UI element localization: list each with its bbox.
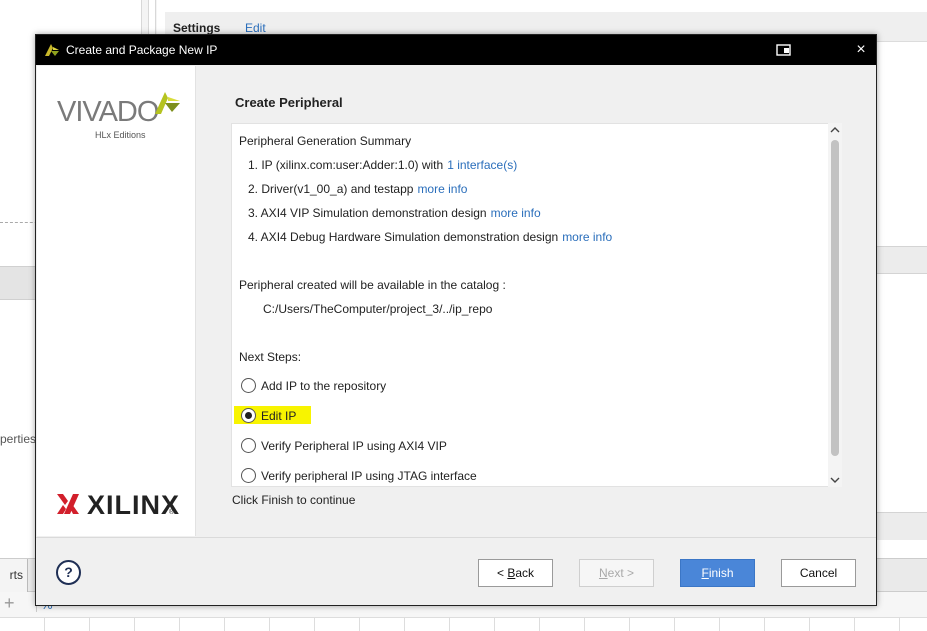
restore-icon[interactable]: [774, 41, 794, 59]
next-steps-label: Next Steps:: [239, 350, 302, 364]
vivado-app-icon: [45, 44, 59, 56]
branding-sidebar: VIVADO HLx Editions XILINX ®: [37, 66, 196, 536]
xilinx-logo: XILINX ®: [56, 489, 186, 520]
vivado-wordmark: VIVADO: [57, 96, 159, 128]
option-label: Verify Peripheral IP using AXI4 VIP: [261, 439, 447, 453]
bottom-grid: [0, 618, 927, 631]
cancel-button[interactable]: Cancel: [781, 559, 856, 587]
summary-item-text: 2. Driver(v1_00_a) and testapp: [248, 182, 414, 196]
xilinx-registered-mark: ®: [169, 509, 175, 516]
xilinx-mark-icon: [57, 494, 79, 514]
option-label: Verify peripheral IP using JTAG interfac…: [261, 469, 477, 483]
create-package-ip-dialog: Create and Package New IP × VIVADO HLx E…: [35, 34, 877, 606]
radio-button[interactable]: [241, 438, 256, 453]
summary-panel: Peripheral Generation Summary 1. IP (xil…: [231, 123, 842, 487]
scroll-up-icon[interactable]: [828, 123, 842, 137]
xilinx-wordmark: XILINX: [87, 490, 181, 520]
properties-fragment: perties: [0, 432, 37, 446]
bottom-tab-reports[interactable]: rts: [0, 559, 28, 593]
page-title: Create Peripheral: [235, 95, 343, 110]
interfaces-link[interactable]: 1 interface(s): [447, 158, 517, 172]
summary-item-text: 1. IP (xilinx.com:user:Adder:1.0) with: [248, 158, 444, 172]
finish-hint: Click Finish to continue: [232, 493, 356, 507]
finish-label-rest: inish: [708, 566, 734, 580]
background-band-lower: [877, 512, 927, 540]
summary-item: 2. Driver(v1_00_a) and testapp more info: [248, 182, 467, 196]
next-button[interactable]: Next >: [579, 559, 654, 587]
back-prefix: <: [496, 566, 508, 580]
close-icon[interactable]: ×: [850, 39, 872, 61]
summary-item-text: 4. AXI4 Debug Hardware Simulation demons…: [248, 230, 559, 244]
radio-button[interactable]: [241, 468, 256, 483]
add-icon[interactable]: +: [4, 593, 15, 614]
vivado-leaf-icon: [155, 92, 180, 114]
summary-item: 4. AXI4 Debug Hardware Simulation demons…: [248, 230, 612, 244]
vivado-edition: HLx Editions: [95, 130, 146, 140]
summary-item: 1. IP (xilinx.com:user:Adder:1.0) with 1 …: [248, 158, 517, 172]
option-label: Edit IP: [261, 409, 297, 423]
settings-tab[interactable]: Settings: [173, 21, 220, 35]
edit-link[interactable]: Edit: [245, 21, 266, 35]
next-accelerator: N: [598, 566, 608, 580]
radio-button[interactable]: [241, 378, 256, 393]
vertical-scrollbar[interactable]: [828, 123, 842, 487]
back-label-rest: ack: [515, 566, 535, 580]
more-info-link[interactable]: more info: [417, 182, 467, 196]
finish-accelerator: F: [701, 566, 709, 580]
back-button[interactable]: < Back: [478, 559, 553, 587]
summary-title: Peripheral Generation Summary: [239, 134, 412, 148]
catalog-path: C:/Users/TheComputer/project_3/../ip_rep…: [263, 302, 493, 316]
dialog-footer: ? < Back Next > Finish Cancel: [36, 537, 876, 605]
scroll-down-icon[interactable]: [828, 473, 842, 487]
radio-button-selected[interactable]: [241, 408, 256, 423]
more-info-link[interactable]: more info: [491, 206, 541, 220]
summary-item: 3. AXI4 VIP Simulation demonstration des…: [248, 206, 541, 220]
option-label: Add IP to the repository: [261, 379, 387, 393]
summary-item-text: 3. AXI4 VIP Simulation demonstration des…: [248, 206, 487, 220]
background-band: [877, 246, 927, 274]
finish-button[interactable]: Finish: [680, 559, 755, 587]
scrollbar-thumb[interactable]: [831, 140, 839, 456]
next-label-rest: ext >: [607, 566, 635, 580]
more-info-link[interactable]: more info: [562, 230, 612, 244]
dialog-title: Create and Package New IP: [66, 43, 218, 57]
help-icon[interactable]: ?: [56, 560, 81, 585]
dialog-titlebar[interactable]: Create and Package New IP ×: [36, 35, 876, 65]
catalog-label: Peripheral created will be available in …: [239, 278, 506, 292]
vivado-logo: VIVADO HLx Editions: [57, 88, 187, 148]
